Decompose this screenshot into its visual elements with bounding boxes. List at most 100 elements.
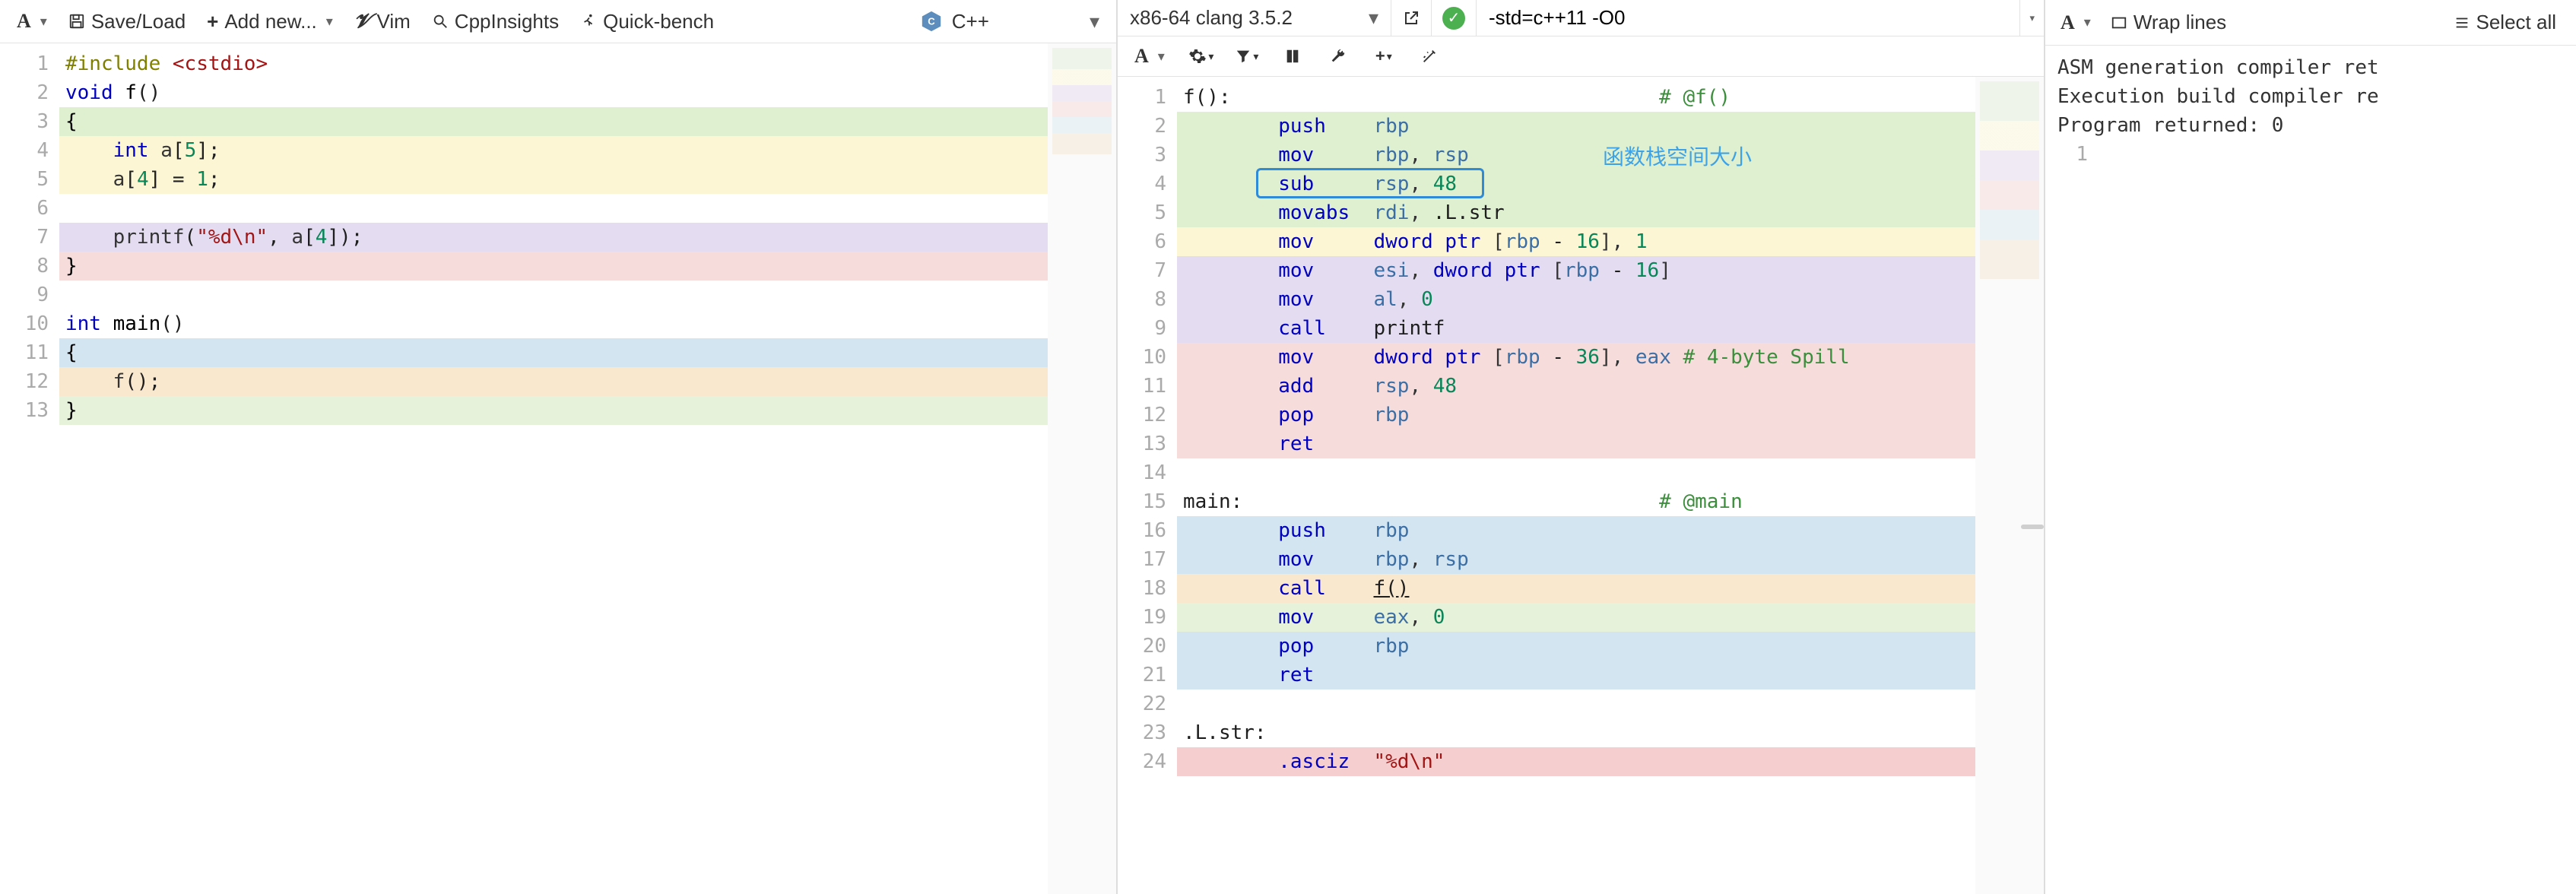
options-menu[interactable]: ▾ [2019,0,2044,36]
asm-line[interactable]: mov al, 0 [1177,285,1975,314]
asm-code[interactable]: f(): # @f() push rbp mov rbp, rsp sub rs… [1177,77,1975,894]
line-number: 4 [1122,170,1166,198]
source-minimap[interactable] [1048,43,1116,894]
asm-line[interactable]: main: # @main [1177,487,1975,516]
asm-line[interactable]: mov rbp, rsp [1177,141,1975,170]
compiler-options[interactable] [1477,0,2019,36]
line-number: 6 [1122,227,1166,256]
asm-line[interactable]: mov esi, dword ptr [rbp - 16] [1177,256,1975,285]
asm-line[interactable]: movabs rdi, .L.str [1177,198,1975,227]
output-line: 1 [2057,140,2564,169]
asm-line[interactable]: pop rbp [1177,401,1975,430]
language-label: C++ [952,10,989,33]
asm-line[interactable]: call f() [1177,574,1975,603]
source-line[interactable]: } [59,252,1048,281]
source-editor[interactable]: 12345678910111213 #include <cstdio>void … [0,43,1116,894]
compile-status: ✓ [1432,0,1477,36]
asm-line[interactable]: push rbp [1177,516,1975,545]
source-gutter: 12345678910111213 [0,43,59,894]
asm-editor[interactable]: 123456789101112131415161718192021222324 … [1118,77,2044,894]
tools-button[interactable] [1324,43,1352,70]
compiler-select[interactable]: x86-64 clang 3.5.2 ▾ [1118,0,1391,36]
overrides-button[interactable] [1416,43,1443,70]
filter-icon [1235,48,1252,65]
asm-line[interactable]: mov dword ptr [rbp - 36], eax # 4-byte S… [1177,343,1975,372]
cppinsights-button[interactable]: CppInsights [423,5,568,38]
language-select[interactable]: C C++ ▾ [911,7,1109,36]
asm-line[interactable]: mov rbp, rsp [1177,545,1975,574]
floppy-icon [68,13,85,30]
settings-menu[interactable]: ▾ [1188,43,1215,70]
cpp-logo-icon: C [920,10,943,33]
wrench-icon [1330,48,1347,65]
save-load-button[interactable]: Save/Load [59,5,195,38]
source-line[interactable]: int main() [59,309,1048,338]
popout-button[interactable] [1391,0,1432,36]
source-line[interactable]: { [59,338,1048,367]
source-line[interactable]: printf("%d\n", a[4]); [59,223,1048,252]
source-line[interactable]: void f() [59,78,1048,107]
source-line[interactable] [59,194,1048,223]
line-number: 8 [1122,285,1166,314]
quickbench-label: Quick-bench [603,10,714,33]
list-icon [2454,14,2470,31]
font-menu[interactable]: A ▾ [2056,10,2095,36]
asm-line[interactable] [1177,690,1975,718]
line-number: 3 [1122,141,1166,170]
line-number: 6 [5,194,49,223]
filter-menu[interactable]: ▾ [1233,43,1261,70]
source-line[interactable]: int a[5]; [59,136,1048,165]
quickbench-button[interactable]: Quick-bench [571,5,723,38]
line-number: 10 [5,309,49,338]
add-new-button[interactable]: + Add new... ▾ [198,5,342,38]
output-body[interactable]: ASM generation compiler retExecution bui… [2045,46,2576,894]
asm-line[interactable]: ret [1177,661,1975,690]
svg-text:C: C [928,16,935,27]
source-code[interactable]: #include <cstdio>void f(){ int a[5]; a[4… [59,43,1048,894]
source-line[interactable]: #include <cstdio> [59,49,1048,78]
line-number: 16 [1122,516,1166,545]
wrap-lines-button[interactable]: Wrap lines [2102,6,2235,39]
asm-line[interactable]: ret [1177,430,1975,458]
asm-line[interactable]: .L.str: [1177,718,1975,747]
line-number: 23 [1122,718,1166,747]
compiler-options-input[interactable] [1477,0,2019,36]
asm-line[interactable]: call printf [1177,314,1975,343]
asm-line[interactable]: sub rsp, 48 [1177,170,1975,198]
source-line[interactable]: f(); [59,367,1048,396]
compiler-row: x86-64 clang 3.5.2 ▾ ✓ ▾ [1118,0,2044,36]
line-number: 24 [1122,747,1166,776]
font-menu[interactable]: A ▾ [1130,43,1169,69]
asm-line[interactable]: mov eax, 0 [1177,603,1975,632]
asm-minimap[interactable] [1975,77,2044,894]
asm-line[interactable] [1177,458,1975,487]
resize-handle[interactable] [2021,525,2044,529]
add-menu[interactable]: +▾ [1370,43,1397,70]
line-number: 12 [5,367,49,396]
font-a-icon: A [1134,45,1149,68]
asm-line[interactable]: .asciz "%d\n" [1177,747,1975,776]
source-line[interactable]: a[4] = 1; [59,165,1048,194]
source-line[interactable]: } [59,396,1048,425]
line-number: 3 [5,107,49,136]
line-number: 1 [1122,83,1166,112]
asm-pane: x86-64 clang 3.5.2 ▾ ✓ ▾ A ▾ [1118,0,2045,894]
asm-line[interactable]: mov dword ptr [rbp - 16], 1 [1177,227,1975,256]
source-pane: A ▾ Save/Load + Add new... ▾ 𝓥 Vim [0,0,1118,894]
font-a-icon: A [2060,11,2075,34]
vim-button[interactable]: 𝓥 Vim [345,5,420,38]
font-menu[interactable]: A ▾ [8,5,56,37]
source-line[interactable]: { [59,107,1048,136]
libraries-button[interactable] [1279,43,1306,70]
magnify-icon [432,13,449,30]
output-line: Program returned: 0 [2057,111,2564,140]
asm-line[interactable]: add rsp, 48 [1177,372,1975,401]
source-line[interactable] [59,281,1048,309]
asm-line[interactable]: pop rbp [1177,632,1975,661]
line-number: 21 [1122,661,1166,690]
caret-icon: ▾ [1387,50,1392,63]
select-all-button[interactable]: Select all [2444,6,2566,39]
line-number: 1 [5,49,49,78]
asm-line[interactable]: push rbp [1177,112,1975,141]
asm-line[interactable]: f(): # @f() [1177,83,1975,112]
